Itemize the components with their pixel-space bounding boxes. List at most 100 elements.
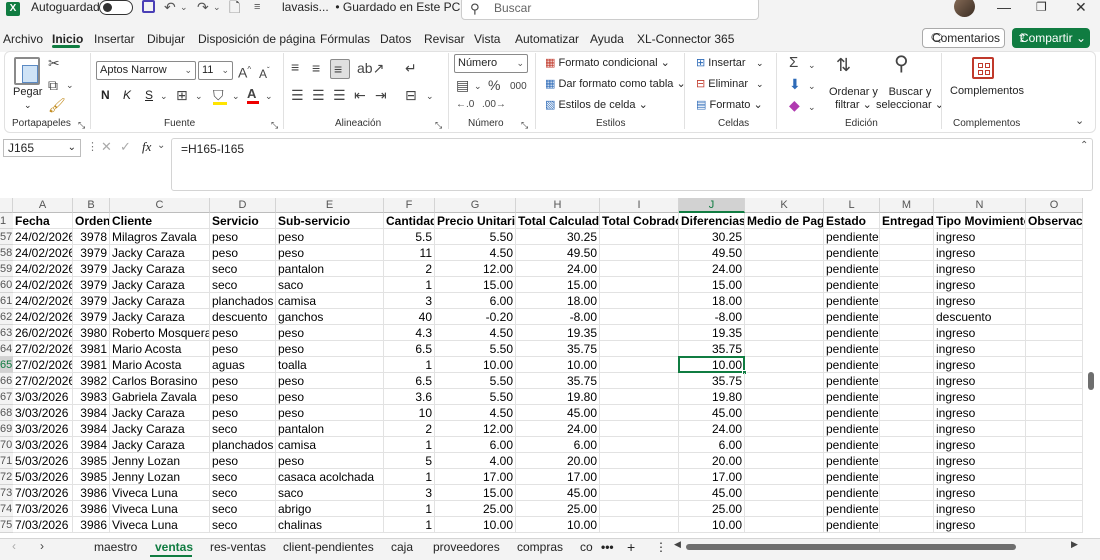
share-button[interactable]: ⇪ Compartir ⌄ <box>1012 28 1090 48</box>
table-cell[interactable] <box>745 421 824 437</box>
table-cell[interactable]: peso <box>210 405 276 421</box>
table-cell[interactable]: 27/02/2026 <box>13 341 73 357</box>
table-cell[interactable]: ingreso <box>934 325 1026 341</box>
table-cell[interactable]: 35.75 <box>516 341 600 357</box>
tab-revisar[interactable]: Revisar <box>424 32 465 46</box>
table-cell[interactable] <box>600 325 679 341</box>
table-cell[interactable]: peso <box>210 229 276 245</box>
tab-xl-connector-365[interactable]: XL-Connector 365 <box>637 32 734 46</box>
table-cell[interactable] <box>600 229 679 245</box>
table-cell[interactable]: 10 <box>384 405 435 421</box>
table-cell[interactable]: 3986 <box>73 501 110 517</box>
table-cell[interactable]: 45.00 <box>516 485 600 501</box>
header-cell[interactable]: Fecha <box>13 213 73 229</box>
table-cell[interactable] <box>1026 421 1083 437</box>
table-cell[interactable]: ingreso <box>934 357 1026 373</box>
clear-icon[interactable]: ◆ <box>789 97 800 113</box>
table-cell[interactable]: ingreso <box>934 405 1026 421</box>
table-cell[interactable]: pendiente <box>824 405 880 421</box>
table-cell[interactable]: pendiente <box>824 357 880 373</box>
table-cell[interactable]: 24/02/2026 <box>13 261 73 277</box>
fill-dropdown-icon[interactable]: ⌄ <box>232 88 240 104</box>
table-cell[interactable]: 6.5 <box>384 341 435 357</box>
table-cell[interactable]: 10.00 <box>435 517 516 533</box>
currency-icon[interactable]: ▤ <box>456 77 469 93</box>
table-cell[interactable] <box>600 245 679 261</box>
addins-icon[interactable] <box>972 57 994 79</box>
underline-button[interactable]: S <box>145 89 153 102</box>
table-cell[interactable]: 5/03/2026 <box>13 469 73 485</box>
document-icon[interactable]: 🗋 <box>229 0 240 15</box>
table-cell[interactable] <box>880 373 934 389</box>
font-launcher-icon[interactable]: ⤡ <box>271 117 278 133</box>
row-header[interactable]: 68 <box>0 405 13 421</box>
table-cell[interactable] <box>880 277 934 293</box>
header-cell[interactable]: Estado <box>824 213 880 229</box>
table-cell[interactable]: 3982 <box>73 373 110 389</box>
table-cell[interactable]: 6.5 <box>384 373 435 389</box>
paste-icon[interactable] <box>14 57 40 85</box>
table-cell[interactable] <box>745 437 824 453</box>
fill-down-icon[interactable]: ⬇ <box>789 76 801 92</box>
copy-dropdown-icon[interactable]: ⌄ <box>66 77 74 93</box>
table-cell[interactable]: pendiente <box>824 517 880 533</box>
table-cell[interactable]: Jacky Caraza <box>110 405 210 421</box>
table-cell[interactable]: Jenny Lozan <box>110 453 210 469</box>
decrease-font-icon[interactable]: Aˇ <box>259 63 270 82</box>
table-cell[interactable] <box>880 309 934 325</box>
table-cell[interactable]: 25.00 <box>679 501 745 517</box>
table-cell[interactable] <box>1026 453 1083 469</box>
table-cell[interactable]: seco <box>210 421 276 437</box>
select-all-corner[interactable] <box>0 198 13 213</box>
table-cell[interactable]: ingreso <box>934 501 1026 517</box>
tab-dibujar[interactable]: Dibujar <box>147 32 185 46</box>
table-cell[interactable]: 27/02/2026 <box>13 357 73 373</box>
header-cell[interactable]: Total Cobrado <box>600 213 679 229</box>
find-select-button[interactable]: Buscar y seleccionar ⌄ <box>876 86 944 112</box>
table-cell[interactable]: pendiente <box>824 389 880 405</box>
table-cell[interactable]: ganchos <box>276 309 384 325</box>
underline-dropdown-icon[interactable]: ⌄ <box>160 88 168 104</box>
table-cell[interactable]: 24.00 <box>516 261 600 277</box>
scroll-right-icon[interactable]: ▶ <box>1071 539 1078 550</box>
column-header-L[interactable]: L <box>824 198 880 213</box>
table-cell[interactable] <box>880 261 934 277</box>
table-cell[interactable]: 3981 <box>73 357 110 373</box>
table-cell[interactable]: 4.50 <box>435 245 516 261</box>
tab-fórmulas[interactable]: Fórmulas <box>320 32 370 46</box>
column-header-O[interactable]: O <box>1026 198 1083 213</box>
increase-font-icon[interactable]: A^ <box>238 62 251 81</box>
table-cell[interactable]: peso <box>276 229 384 245</box>
table-cell[interactable]: -0.20 <box>435 309 516 325</box>
table-cell[interactable]: 24.00 <box>679 261 745 277</box>
column-header-G[interactable]: G <box>435 198 516 213</box>
table-cell[interactable]: 3979 <box>73 309 110 325</box>
table-cell[interactable]: 15.00 <box>435 277 516 293</box>
table-cell[interactable] <box>1026 437 1083 453</box>
borders-dropdown-icon[interactable]: ⌄ <box>195 88 203 104</box>
column-header-K[interactable]: K <box>745 198 824 213</box>
format-painter-icon[interactable]: 🖌 <box>48 97 66 113</box>
table-cell[interactable]: 35.75 <box>516 373 600 389</box>
tab-inicio[interactable]: Inicio <box>52 32 83 46</box>
ribbon-collapse-icon[interactable]: ⌄ <box>1075 113 1084 129</box>
table-cell[interactable]: pendiente <box>824 229 880 245</box>
align-top-icon[interactable]: ≡ <box>291 59 299 75</box>
table-cell[interactable] <box>880 341 934 357</box>
table-cell[interactable] <box>600 453 679 469</box>
table-cell[interactable]: planchados <box>210 293 276 309</box>
table-cell[interactable]: Carlos Borasino <box>110 373 210 389</box>
table-cell[interactable] <box>745 261 824 277</box>
column-header-F[interactable]: F <box>384 198 435 213</box>
table-cell[interactable]: peso <box>210 373 276 389</box>
table-cell[interactable]: pendiente <box>824 437 880 453</box>
table-cell[interactable]: 6.00 <box>679 437 745 453</box>
table-cell[interactable]: 24/02/2026 <box>13 293 73 309</box>
sheet-tab-compras[interactable]: compras <box>517 539 563 555</box>
table-cell[interactable]: 17.00 <box>679 469 745 485</box>
table-cell[interactable] <box>600 421 679 437</box>
row-header[interactable]: 64 <box>0 341 13 357</box>
table-cell[interactable] <box>880 357 934 373</box>
column-header-C[interactable]: C <box>110 198 210 213</box>
table-cell[interactable]: 12.00 <box>435 261 516 277</box>
